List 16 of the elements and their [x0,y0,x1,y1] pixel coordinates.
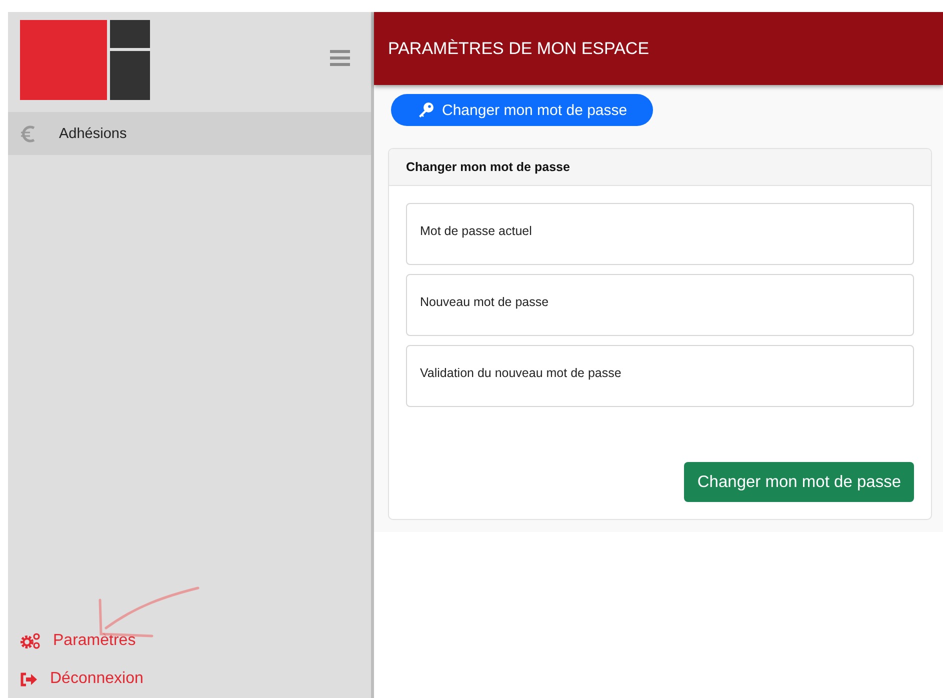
password-field[interactable]: Nouveau mot de passe [406,274,914,336]
menu-icon[interactable] [330,50,350,66]
logo-icon [20,20,150,100]
gears-icon [20,633,41,649]
sidebar-link[interactable]: Paramètres [8,622,371,660]
change-password-tab[interactable]: Changer mon mot de passe [391,94,654,126]
sidebar-link[interactable]: Déconnexion [8,660,371,698]
key-icon [418,102,434,118]
euro-icon [21,124,35,142]
card-title: Changer mon mot de passe [406,160,570,174]
password-field[interactable]: Mot de passe actuel [406,203,914,265]
password-field[interactable]: Validation du nouveau mot de passe [406,345,914,407]
submit-button[interactable]: Changer mon mot de passe [684,462,914,502]
page-title: PARAMÈTRES DE MON ESPACE [388,38,650,58]
sidebar-item[interactable]: Adhésions [8,112,371,155]
logout-icon [20,672,38,686]
